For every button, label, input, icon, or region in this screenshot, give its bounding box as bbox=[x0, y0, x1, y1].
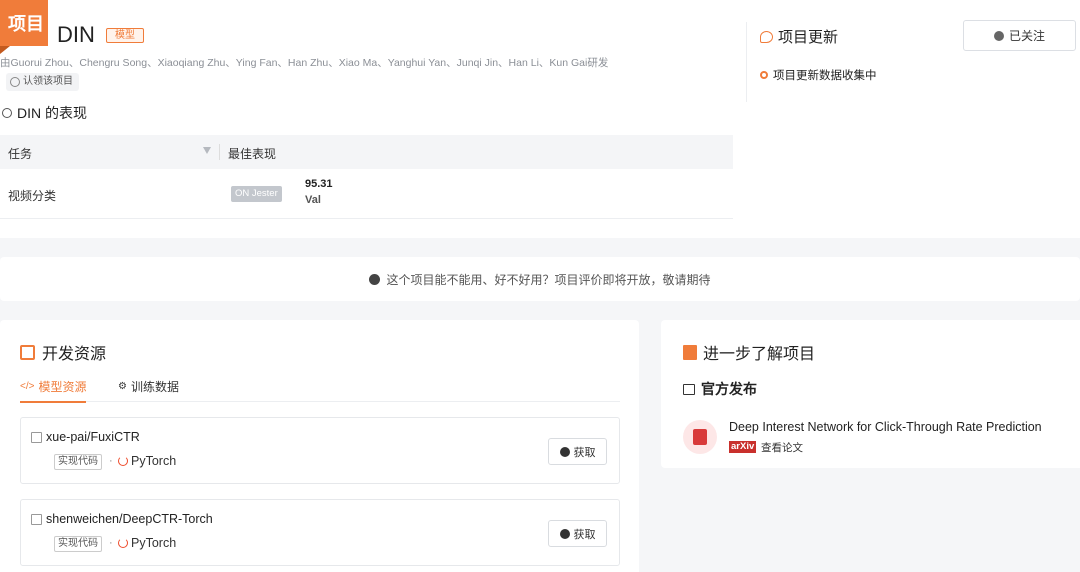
repo-icon bbox=[31, 513, 42, 525]
cube-icon bbox=[2, 108, 12, 118]
dev-resources-title-text: 开发资源 bbox=[42, 346, 107, 363]
evaluation-notice: 这个项目能不能用、好不好用？项目评价即将开放，敬请期待 bbox=[0, 257, 1080, 301]
follow-label: 已关注 bbox=[1008, 29, 1045, 43]
repo-name-text: xue-pai/FuxiCTR bbox=[46, 430, 140, 444]
project-type-tag[interactable]: 模型 bbox=[106, 28, 144, 43]
official-release-heading: 官方发布 bbox=[683, 379, 757, 399]
performance-title-text: DIN 的表现 bbox=[17, 105, 87, 121]
resource-icon bbox=[20, 344, 35, 360]
project-name: DIN bbox=[57, 22, 95, 47]
learn-more-title: 进一步了解项目 bbox=[683, 340, 815, 364]
repo-name-text: shenweichen/DeepCTR-Torch bbox=[46, 512, 213, 526]
repo-card[interactable]: xue-pai/FuxiCTR 实现代码 · PyTorch 获取 bbox=[20, 417, 620, 484]
metric-label: Val bbox=[305, 194, 321, 206]
updates-title-text: 项目更新 bbox=[778, 29, 839, 46]
filter-icon[interactable] bbox=[203, 147, 211, 154]
framework-label: PyTorch bbox=[131, 454, 177, 468]
column-header-task: 任务 bbox=[8, 147, 33, 161]
get-label: 获取 bbox=[573, 528, 596, 541]
dataset-icon: ⚙ bbox=[118, 381, 127, 392]
bullet-icon bbox=[760, 71, 768, 79]
get-button[interactable]: 获取 bbox=[548, 438, 607, 465]
code-icon: </> bbox=[20, 381, 35, 392]
tab-label: 模型资源 bbox=[38, 380, 87, 394]
get-label: 获取 bbox=[573, 446, 596, 459]
claim-project-button[interactable]: 认领该项目 bbox=[6, 73, 79, 91]
follow-button[interactable]: 已关注 bbox=[963, 20, 1076, 51]
score-value: 95.31 bbox=[305, 178, 333, 190]
learn-more-title-text: 进一步了解项目 bbox=[703, 346, 816, 363]
tab-training-data[interactable]: ⚙ 训练数据 bbox=[118, 378, 179, 395]
dataset-tag[interactable]: ON Jester bbox=[231, 186, 282, 202]
github-icon bbox=[559, 446, 570, 457]
followed-icon bbox=[993, 30, 1004, 41]
claim-project-label: 认领该项目 bbox=[23, 76, 73, 87]
tab-model-resources[interactable]: </> 模型资源 bbox=[20, 378, 87, 403]
notice-text: 这个项目能不能用、好不好用？项目评价即将开放，敬请期待 bbox=[386, 272, 711, 287]
column-header-best: 最佳表现 bbox=[228, 147, 277, 161]
updates-title: 项目更新 bbox=[760, 26, 838, 47]
monitor-icon bbox=[683, 383, 695, 395]
paper-icon bbox=[683, 420, 717, 454]
paper-title[interactable]: Deep Interest Network for Click-Through … bbox=[729, 420, 1042, 434]
learn-more-panel: 进一步了解项目 官方发布 Deep Interest Network for C… bbox=[661, 320, 1080, 468]
repo-name[interactable]: xue-pai/FuxiCTR bbox=[31, 430, 140, 444]
code-tag: 实现代码 bbox=[54, 536, 102, 552]
official-release-text: 官方发布 bbox=[701, 381, 757, 397]
chat-bubble-icon bbox=[760, 30, 773, 43]
github-icon bbox=[559, 528, 570, 539]
vertical-divider bbox=[746, 22, 747, 102]
repo-card[interactable]: shenweichen/DeepCTR-Torch 实现代码 · PyTorch… bbox=[20, 499, 620, 566]
user-icon bbox=[10, 77, 20, 87]
table-header: 任务 最佳表现 bbox=[0, 135, 733, 169]
chat-icon bbox=[369, 273, 381, 285]
dev-resources-panel: 开发资源 </> 模型资源 ⚙ 训练数据 xue-pai/FuxiCTR 实现代… bbox=[0, 320, 639, 572]
get-button[interactable]: 获取 bbox=[548, 520, 607, 547]
dot-separator: · bbox=[109, 455, 113, 467]
performance-title: DIN 的表现 bbox=[2, 103, 87, 123]
resource-tabs: </> 模型资源 ⚙ 训练数据 bbox=[20, 376, 620, 403]
book-icon bbox=[683, 344, 697, 360]
column-divider bbox=[219, 144, 220, 160]
project-badge: 项目 bbox=[0, 0, 48, 54]
tab-label: 训练数据 bbox=[130, 380, 179, 394]
task-cell[interactable]: 视频分类 bbox=[8, 187, 56, 204]
repo-name[interactable]: shenweichen/DeepCTR-Torch bbox=[31, 512, 213, 526]
arxiv-logo: arXiv bbox=[729, 441, 757, 453]
framework: PyTorch bbox=[118, 454, 176, 468]
framework: PyTorch bbox=[118, 536, 176, 550]
pytorch-icon bbox=[118, 538, 128, 548]
update-item: 项目更新数据收集中 bbox=[760, 67, 877, 83]
pytorch-icon bbox=[118, 456, 128, 466]
framework-label: PyTorch bbox=[131, 536, 177, 550]
view-paper-link[interactable]: 查看论文 bbox=[761, 440, 803, 455]
code-tag: 实现代码 bbox=[54, 454, 102, 470]
dev-resources-title: 开发资源 bbox=[20, 340, 106, 364]
project-header-panel: 项目 DIN 模型 由Guorui Zhou、Chengru Song、Xiao… bbox=[0, 0, 1080, 238]
table-row: 视频分类 ON Jester 95.31 Val bbox=[0, 169, 733, 219]
performance-table: 任务 最佳表现 视频分类 ON Jester 95.31 Val bbox=[0, 135, 733, 219]
project-authors: 由Guorui Zhou、Chengru Song、Xiaoqiang Zhu、… bbox=[0, 57, 609, 69]
dot-separator: · bbox=[109, 537, 113, 549]
repo-icon bbox=[31, 431, 42, 443]
update-item-text: 项目更新数据收集中 bbox=[773, 70, 877, 82]
